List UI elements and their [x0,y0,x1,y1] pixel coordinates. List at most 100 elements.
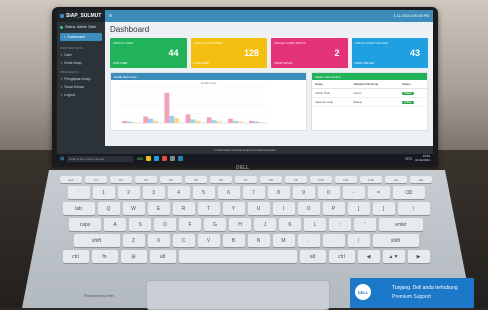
stat-box[interactable]: JUMLAH KODE ARSIP 128 KODE ARSIP [190,38,267,68]
key[interactable]: - [342,186,365,199]
key[interactable]: 7 [242,186,265,199]
key[interactable]: Y [222,202,245,215]
key[interactable]: ⌫ [392,186,425,199]
key[interactable]: caps [69,218,101,231]
key[interactable]: F11 [335,176,357,183]
key[interactable]: \ [397,202,430,215]
key[interactable]: D [154,218,176,231]
key[interactable]: I [272,202,295,215]
key[interactable]: 5 [192,186,215,199]
edge-icon[interactable] [154,156,159,161]
key[interactable]: X [147,234,170,247]
key[interactable]: 2 [117,186,140,199]
key[interactable]: K [279,218,301,231]
key[interactable]: shift [73,234,120,247]
key[interactable]: ` [67,186,90,199]
key[interactable]: J [254,218,276,231]
file-explorer-icon[interactable] [146,156,151,161]
key[interactable]: M [272,234,295,247]
key[interactable]: 6 [217,186,240,199]
key[interactable]: V [197,234,220,247]
stock-widget[interactable]: -954 [136,157,143,161]
key[interactable]: T [197,202,220,215]
sidebar-item-dashboard[interactable]: ▪ Dashboard [60,33,102,41]
key[interactable]: P [322,202,345,215]
key[interactable]: alt [149,250,176,263]
sidebar-item-pengajuan-arsip[interactable]: ▪ Pengajuan Arsip [57,75,105,83]
sidebar-item-surat-keluar[interactable]: ▪ Surat Keluar [57,83,105,91]
key[interactable]: ' [354,218,376,231]
key[interactable]: F5 [185,176,207,183]
weather-widget[interactable]: 29°C [405,157,412,161]
key[interactable]: Q [97,202,120,215]
key[interactable]: del [410,176,432,183]
key[interactable]: ▶ [407,250,430,263]
key[interactable]: H [229,218,251,231]
key[interactable]: tab [62,202,95,215]
key[interactable]: C [172,234,195,247]
sidebar-item-logout[interactable]: ▪ Logout [57,91,105,99]
key[interactable]: F [179,218,201,231]
key[interactable]: / [347,234,370,247]
start-icon[interactable]: ⊞ [60,156,64,162]
key[interactable]: E [147,202,170,215]
sidebar-item-kode-arsip[interactable]: ▪ Kode Arsip [57,59,105,67]
key[interactable]: B [222,234,245,247]
key[interactable]: F6 [210,176,232,183]
key[interactable]: F12 [360,176,382,183]
key[interactable]: F4 [160,176,182,183]
key[interactable]: O [297,202,320,215]
chrome-icon[interactable] [162,156,167,161]
key[interactable]: ctrl [328,250,355,263]
space-key[interactable] [178,250,297,263]
key[interactable]: F7 [235,176,257,183]
key[interactable]: A [104,218,126,231]
key[interactable]: ; [329,218,351,231]
touchpad[interactable] [146,280,330,310]
store-icon[interactable] [170,156,175,161]
key[interactable]: 3 [142,186,165,199]
stat-box[interactable]: JUMLAH SURAT MASUK 2 SURAT MASUK [271,38,348,68]
key[interactable]: G [204,218,226,231]
key[interactable]: 0 [317,186,340,199]
key[interactable]: F1 [85,176,107,183]
taskbar-search-input[interactable]: Ketik di sini untuk mencari [67,155,134,162]
mail-icon[interactable] [178,156,183,161]
key[interactable]: enter [379,218,423,231]
key[interactable]: prt [385,176,407,183]
key[interactable]: L [304,218,326,231]
key[interactable]: R [172,202,195,215]
key[interactable]: [ [347,202,370,215]
key[interactable]: N [247,234,270,247]
key[interactable]: ◀ [357,250,380,263]
key[interactable]: ▲▼ [382,250,405,263]
key[interactable]: fn [91,250,118,263]
key[interactable]: 9 [292,186,315,199]
key[interactable]: W [122,202,145,215]
key[interactable]: 4 [167,186,190,199]
key[interactable]: , [297,234,320,247]
taskbar-clock[interactable]: 16:50 01/11/2024 [415,154,430,162]
key[interactable]: esc [60,176,82,183]
key[interactable]: F10 [310,176,332,183]
key[interactable]: F9 [285,176,307,183]
stat-box[interactable]: JUMLAH USER 44 DATA USER [110,38,187,68]
key[interactable]: Z [122,234,145,247]
key[interactable]: U [247,202,270,215]
key[interactable]: 8 [267,186,290,199]
sidebar-item-user[interactable]: ▪ User [57,51,105,59]
key[interactable]: = [367,186,390,199]
menu-toggle-icon[interactable]: ☰ [109,14,112,18]
key[interactable]: 1 [92,186,115,199]
key[interactable]: shift [372,234,419,247]
key[interactable]: ctrl [62,250,89,263]
key[interactable]: . [322,234,345,247]
key[interactable]: ] [372,202,395,215]
key[interactable]: F8 [260,176,282,183]
key[interactable]: alt [299,250,326,263]
key[interactable]: F2 [110,176,132,183]
key[interactable]: S [129,218,151,231]
key[interactable]: F3 [135,176,157,183]
stat-box[interactable]: JUMLAH SURAT KELUAR 43 SURAT KELUAR [351,38,428,68]
key[interactable]: ⊞ [120,250,147,263]
